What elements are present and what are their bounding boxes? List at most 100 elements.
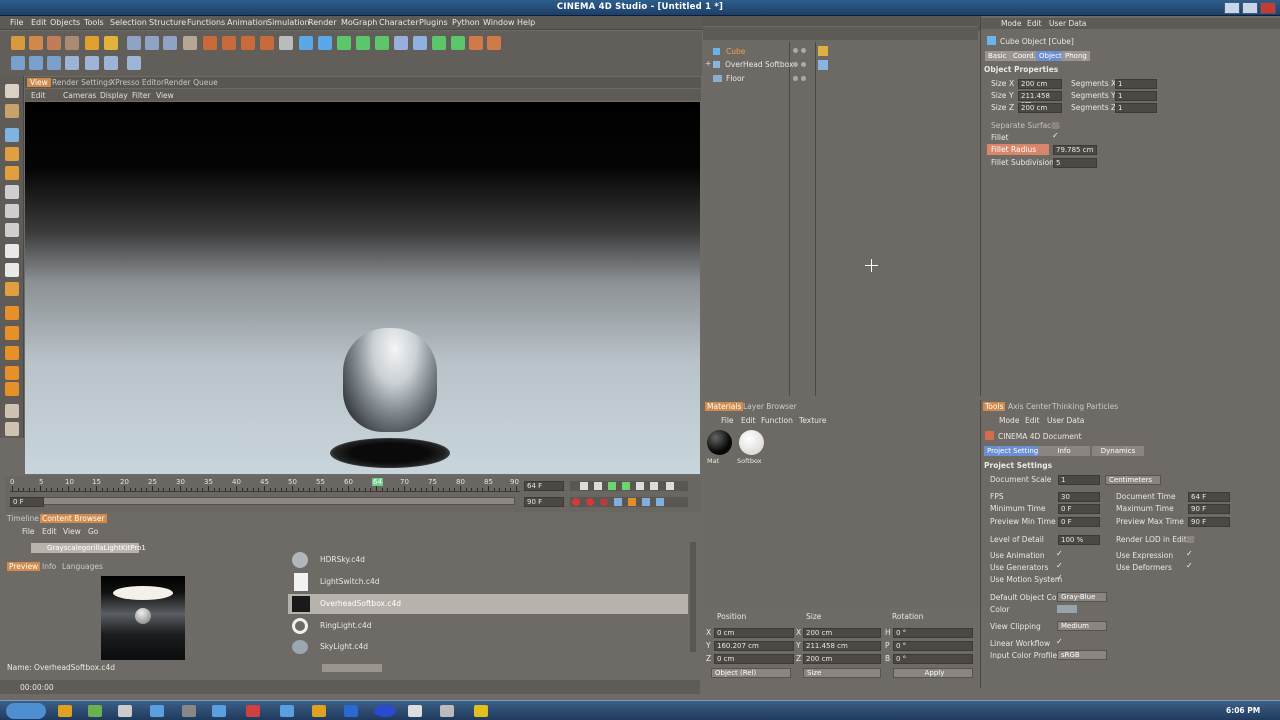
- z-axis-icon[interactable]: [163, 36, 177, 50]
- level-of-detail-field[interactable]: 100 %: [1058, 535, 1100, 545]
- viewport-menu-filter[interactable]: Filter: [132, 91, 151, 100]
- mat-menu-file[interactable]: File: [721, 416, 734, 425]
- segments-x-field[interactable]: 1: [1115, 79, 1157, 89]
- attr-menu-mode[interactable]: Mode: [1001, 19, 1021, 28]
- tab-axis-center[interactable]: Axis Center: [1008, 402, 1051, 411]
- menu-file[interactable]: File: [10, 18, 23, 27]
- position-z-field[interactable]: 0 cm: [714, 654, 794, 664]
- keyframe-selection-icon[interactable]: [600, 498, 608, 506]
- undo-icon[interactable]: [104, 36, 118, 50]
- points-mode-icon[interactable]: [65, 56, 79, 70]
- visibility-dot[interactable]: [801, 48, 806, 53]
- input-color-profile-dropdown[interactable]: sRGB: [1057, 650, 1107, 660]
- view-clipping-dropdown[interactable]: Medium: [1057, 621, 1107, 631]
- cb-menu-edit[interactable]: Edit: [42, 527, 57, 536]
- taskbar-app-icon[interactable]: [246, 705, 260, 717]
- taskbar-app-icon[interactable]: [182, 705, 196, 717]
- menu-mograph[interactable]: MoGraph: [341, 18, 377, 27]
- environment-icon[interactable]: [413, 36, 427, 50]
- use-motion-system-checkbox[interactable]: ✓: [1056, 573, 1063, 582]
- tweak-icon[interactable]: [5, 263, 19, 277]
- menu-character[interactable]: Character: [379, 18, 419, 27]
- apply-button[interactable]: Apply: [893, 668, 973, 678]
- autokey-icon[interactable]: [586, 498, 594, 506]
- taskbar-app-icon[interactable]: [118, 705, 132, 717]
- fillet-radius-field[interactable]: 79.785 cm: [1053, 145, 1097, 155]
- size-x-coord-field[interactable]: 200 cm: [803, 628, 881, 638]
- tab-content-browser[interactable]: Content Browser: [40, 514, 107, 523]
- units-dropdown[interactable]: Centimeters: [1105, 475, 1161, 485]
- rotation-h-field[interactable]: 0 °: [893, 628, 973, 638]
- next-key-icon[interactable]: [636, 482, 644, 490]
- position-y-field[interactable]: 160.207 cm: [714, 641, 794, 651]
- tab-preview[interactable]: Preview: [7, 562, 41, 571]
- menu-window[interactable]: Window: [483, 18, 515, 27]
- deformer-icon[interactable]: [375, 36, 389, 50]
- tools-menu-mode[interactable]: Mode: [999, 416, 1019, 425]
- tab-tools[interactable]: Tools: [983, 402, 1006, 411]
- tab-coord[interactable]: Coord.: [1010, 51, 1039, 61]
- tree-row-overhead-softbox[interactable]: + OverHead Softbox: [703, 59, 793, 70]
- model-mode-icon[interactable]: [11, 56, 25, 70]
- play-icon[interactable]: [622, 482, 630, 490]
- script-icon[interactable]: [487, 36, 501, 50]
- rotation-b-field[interactable]: 0 °: [893, 654, 973, 664]
- menu-plugins[interactable]: Plugins: [419, 18, 448, 27]
- magnet-icon[interactable]: [5, 346, 19, 360]
- loop-icon[interactable]: [666, 482, 674, 490]
- points-icon[interactable]: [5, 185, 19, 199]
- tag-icon[interactable]: [469, 36, 483, 50]
- tab-render-queue[interactable]: Render Queue: [164, 78, 218, 87]
- linear-workflow-checkbox[interactable]: ✓: [1056, 637, 1063, 646]
- y-axis-icon[interactable]: [145, 36, 159, 50]
- end-frame-field[interactable]: 90 F: [524, 497, 564, 507]
- minimum-time-field[interactable]: 0 F: [1058, 504, 1100, 514]
- texture-axis-icon[interactable]: [5, 147, 19, 161]
- taskbar-app-icon[interactable]: [440, 705, 454, 717]
- spline-icon[interactable]: [318, 36, 332, 50]
- fps-field[interactable]: 30: [1058, 492, 1100, 502]
- axis-mode-icon[interactable]: [47, 56, 61, 70]
- render-region-icon[interactable]: [222, 36, 236, 50]
- size-x-field[interactable]: 200 cm: [1018, 79, 1062, 89]
- play-backward-icon[interactable]: [608, 482, 616, 490]
- start-button[interactable]: [6, 703, 46, 719]
- render-view-icon[interactable]: [203, 36, 217, 50]
- array-icon[interactable]: [356, 36, 370, 50]
- tools-menu-edit[interactable]: Edit: [1025, 416, 1040, 425]
- menu-render[interactable]: Render: [308, 18, 336, 27]
- object-axis-icon[interactable]: [5, 128, 19, 142]
- cb-menu-go[interactable]: Go: [88, 527, 98, 536]
- size-y-coord-field[interactable]: 211.458 cm: [803, 641, 881, 651]
- scale-icon[interactable]: [47, 36, 61, 50]
- menu-edit[interactable]: Edit: [31, 18, 47, 27]
- tab-render-settings[interactable]: Render Settings: [52, 78, 112, 87]
- viewport-menu-cameras[interactable]: Cameras: [63, 91, 96, 100]
- tab-languages[interactable]: Languages: [62, 562, 103, 571]
- preview-max-time-field[interactable]: 90 F: [1188, 517, 1230, 527]
- content-path-item[interactable]: GrayscalegorillaLightKitPro1: [31, 543, 146, 553]
- maximize-button[interactable]: [1242, 2, 1258, 14]
- bevel-icon[interactable]: [5, 382, 19, 396]
- visibility-dot[interactable]: [801, 62, 806, 67]
- fillet-subdivision-field[interactable]: 5: [1053, 158, 1097, 168]
- use-generators-checkbox[interactable]: ✓: [1056, 561, 1063, 570]
- size-z-field[interactable]: 200 cm: [1018, 103, 1062, 113]
- material-swatch[interactable]: Softbox: [737, 428, 767, 465]
- snap-icon[interactable]: [127, 56, 141, 70]
- coord-mode-dropdown[interactable]: Object (Rel): [711, 668, 791, 678]
- tab-info-sub[interactable]: Info: [1038, 446, 1090, 456]
- mat-menu-texture[interactable]: Texture: [799, 416, 826, 425]
- separate-surfaces-checkbox[interactable]: [1052, 122, 1059, 129]
- tab-dynamics[interactable]: Dynamics: [1092, 446, 1144, 456]
- segments-y-field[interactable]: 1: [1115, 91, 1157, 101]
- tree-row-floor[interactable]: Floor: [711, 73, 791, 84]
- render-picture-icon[interactable]: [241, 36, 255, 50]
- brush-icon[interactable]: [5, 306, 19, 320]
- expand-icon[interactable]: +: [705, 59, 711, 68]
- list-item[interactable]: SkyLight.c4d: [288, 638, 688, 656]
- tab-xpresso-editor[interactable]: XPresso Editor: [110, 78, 164, 87]
- attr-menu-user-data[interactable]: User Data: [1049, 19, 1086, 28]
- taskbar-app-icon[interactable]: [150, 705, 164, 717]
- mat-menu-function[interactable]: Function: [761, 416, 793, 425]
